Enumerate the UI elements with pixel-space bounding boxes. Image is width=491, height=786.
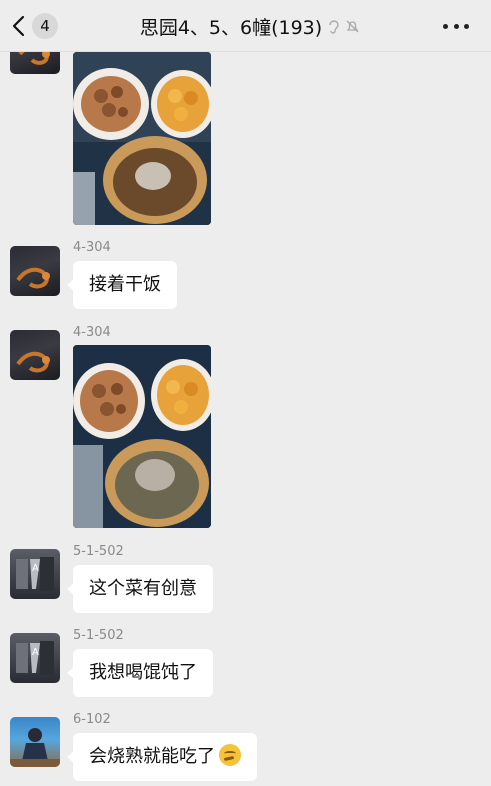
sender-name: 4-304 [73,325,111,340]
thinking-face-icon [219,744,241,766]
avatar[interactable] [10,717,60,767]
earpiece-icon [326,19,341,34]
chevron-left-icon [12,15,25,37]
sender-name: 5-1-502 [73,544,124,559]
avatar[interactable]: A [10,633,60,683]
food-photo[interactable] [73,52,211,225]
message-bubble[interactable]: 会烧熟就能吃了 [67,733,257,781]
sender-name: 4-304 [73,240,111,255]
message-bubble[interactable]: 我想喝馄饨了 [67,649,213,697]
avatar[interactable] [10,246,60,296]
avatar[interactable]: A [10,549,60,599]
food-photo[interactable] [73,345,211,528]
message-bubble[interactable]: 接着干饭 [67,261,177,309]
message-bubble[interactable]: 这个菜有创意 [67,565,213,613]
unread-count-badge: 4 [32,13,58,39]
svg-text:A: A [32,563,39,574]
avatar[interactable] [10,330,60,380]
dot-icon [464,23,469,29]
chat-title-area[interactable]: 思园4、5、6幢(193) [120,0,380,52]
chat-header: 4 思园4、5、6幢(193) [0,0,491,52]
more-options-button[interactable] [443,14,469,38]
svg-text:A: A [32,647,39,658]
sender-name: 6-102 [73,712,111,727]
mute-bell-icon [345,19,360,34]
chat-title: 思园4、5、6幢(193) [139,16,323,39]
message-text: 会烧熟就能吃了 [89,746,215,767]
dot-icon [443,23,448,29]
back-button[interactable]: 4 [12,12,58,40]
sender-name: 5-1-502 [73,628,124,643]
dot-icon [453,23,459,29]
